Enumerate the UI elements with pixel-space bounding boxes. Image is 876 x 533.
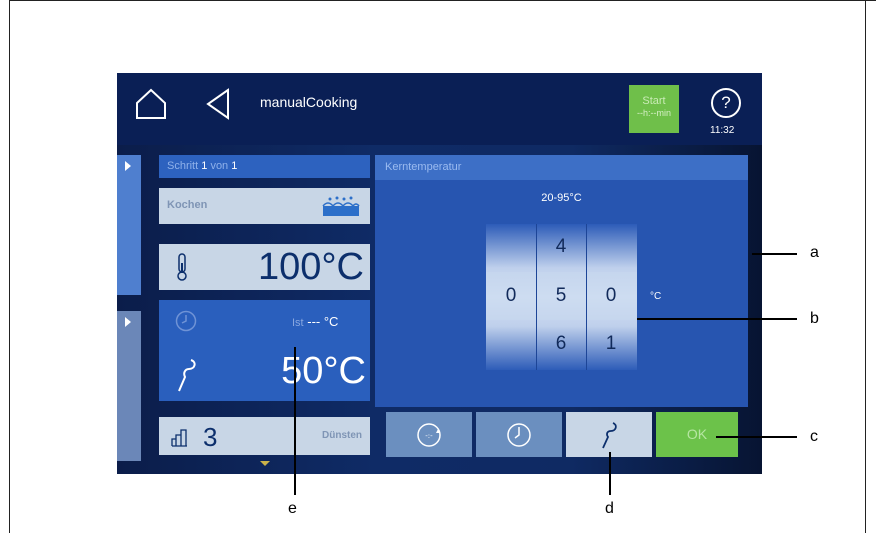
unit-label: °C: [650, 291, 662, 302]
tab-arrow-icon: [125, 161, 131, 171]
cooking-mode-button[interactable]: Kochen: [159, 188, 370, 224]
side-tab-extras[interactable]: [117, 155, 141, 295]
device-screen: manualCooking Start --h:--min ? 11:32 Sc…: [117, 73, 762, 474]
callout-label-b: b: [810, 310, 819, 327]
chevron-down-icon[interactable]: [260, 461, 270, 466]
core-temperature-panel: 20-95°C 4 0 5 0 6 1 °C: [375, 180, 748, 407]
cabinet-temperature-button[interactable]: 100°C: [159, 244, 370, 290]
core-probe-icon: [178, 359, 196, 392]
step-current: 1: [201, 160, 208, 172]
start-time: --h:--min: [637, 108, 671, 118]
cycle-timer-icon: -:-: [417, 423, 441, 447]
step-prefix: Schritt: [167, 160, 199, 172]
frame-left-line: [9, 0, 10, 533]
callout-line-e: [294, 347, 296, 495]
fan-bars-icon: [171, 429, 187, 447]
callout-line-a: [752, 253, 797, 255]
fan-level-value: 3: [203, 422, 218, 452]
core-actual-readout: Ist --- °C: [292, 314, 338, 329]
timer-cycle-button[interactable]: -:-: [386, 412, 472, 457]
value-picker[interactable]: 4 0 5 0 6 1: [486, 224, 637, 370]
cabinet-temperature-value: 100°C: [257, 246, 364, 288]
range-label: 20-95°C: [541, 192, 582, 204]
core-temperature-button[interactable]: Ist --- °C 50°C: [159, 300, 370, 401]
picker-digit[interactable]: 4: [536, 236, 586, 258]
screen-title: manualCooking: [260, 94, 358, 110]
top-bar: manualCooking Start --h:--min ? 11:32: [117, 73, 762, 145]
svg-text:-:-: -:-: [425, 432, 433, 440]
callout-line-c: [716, 436, 797, 438]
picker-digit[interactable]: 0: [586, 285, 636, 307]
home-icon[interactable]: [134, 87, 168, 121]
clock-icon: [175, 310, 197, 332]
callout-label-e: e: [288, 500, 297, 517]
picker-digit[interactable]: 1: [586, 333, 636, 355]
picker-digit[interactable]: 0: [486, 285, 536, 307]
callout-line-b: [637, 318, 797, 320]
steam-pot-icon: [322, 196, 360, 216]
side-tab-program[interactable]: [117, 311, 141, 461]
step-of: von: [210, 160, 229, 172]
callout-label-d: d: [605, 500, 614, 517]
fan-mode-label: Dünsten: [322, 430, 362, 441]
start-button[interactable]: Start --h:--min: [629, 85, 679, 133]
core-probe-button[interactable]: [566, 412, 652, 457]
callout-line-d: [609, 452, 611, 495]
thermometer-icon: [177, 253, 187, 281]
clock-readout: 11:32: [710, 125, 735, 136]
start-label: Start: [642, 95, 666, 107]
picker-digit[interactable]: 6: [536, 333, 586, 355]
timer-button[interactable]: [476, 412, 562, 457]
clock-icon: [507, 423, 531, 447]
mode-label: Kochen: [167, 199, 208, 211]
tab-arrow-icon: [125, 317, 131, 327]
picker-digit[interactable]: 5: [536, 285, 586, 307]
help-icon[interactable]: ?: [711, 88, 741, 118]
callout-label-c: c: [810, 428, 818, 445]
back-icon[interactable]: [204, 87, 232, 121]
panel-title: Kerntemperatur: [375, 155, 748, 180]
callout-label-a: a: [810, 244, 819, 261]
core-actual-value: --- °C: [307, 314, 339, 329]
step-indicator: Schritt 1 von 1: [159, 155, 370, 178]
frame-right-line: [865, 0, 866, 533]
core-probe-icon: [602, 422, 617, 449]
core-actual-prefix: Ist: [292, 317, 304, 329]
ok-button[interactable]: OK: [656, 412, 738, 457]
frame-top-line: [9, 0, 876, 1]
step-total: 1: [231, 160, 238, 172]
fan-level-button[interactable]: 3 Dünsten: [159, 417, 370, 455]
